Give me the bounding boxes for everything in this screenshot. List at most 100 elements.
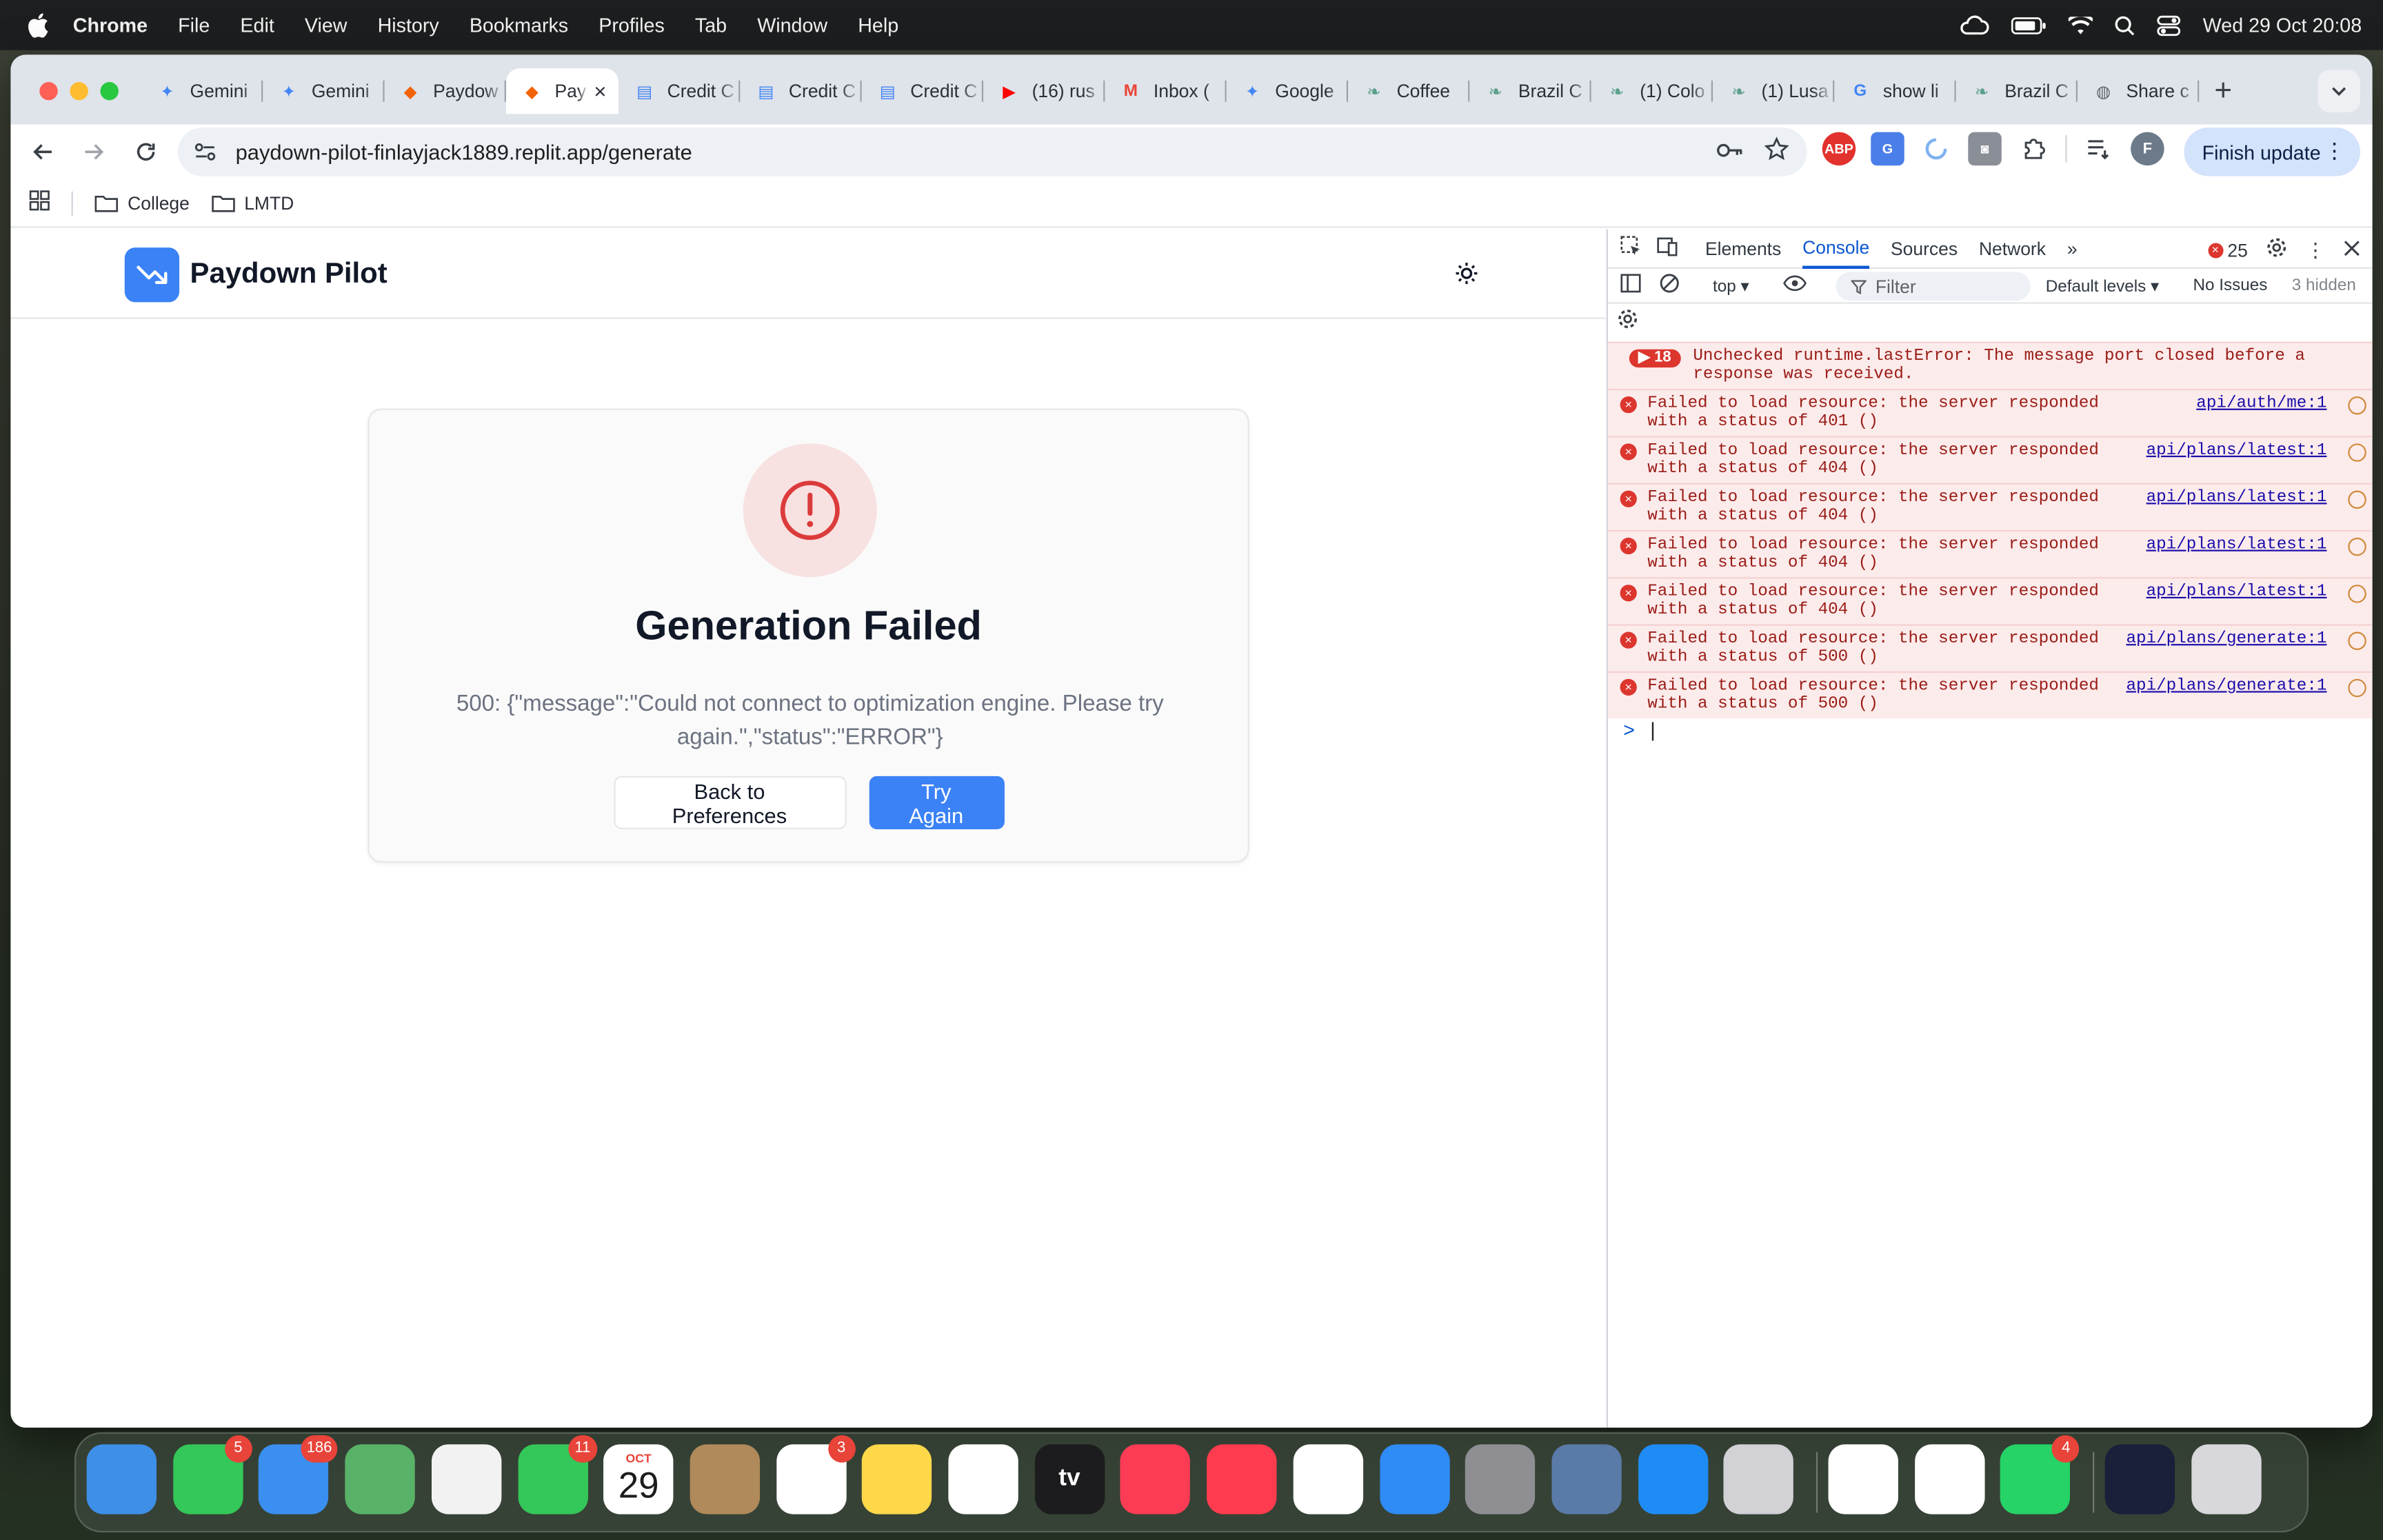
console-source-link[interactable]: api/auth/me:1 — [2196, 395, 2326, 413]
browser-tab[interactable]: ❧ Brazil C — [1469, 68, 1591, 114]
app-brand-name[interactable]: Paydown Pilot — [190, 259, 388, 292]
music-icon[interactable] — [1120, 1444, 1191, 1514]
apple-menu-icon[interactable] — [24, 12, 52, 39]
live-expression-eye-icon[interactable] — [1782, 275, 1807, 296]
console-error-row[interactable]: × Failed to load resource: the server res… — [1607, 671, 2373, 719]
spotlight-search-icon[interactable] — [2115, 14, 2136, 36]
wifi-icon[interactable] — [2069, 16, 2094, 34]
browser-tab[interactable]: Gshow li — [1834, 68, 1956, 114]
browser-tab[interactable]: ▤ Credit C — [619, 68, 741, 114]
browser-tab[interactable]: ▤ Credit C — [862, 68, 984, 114]
close-window-button[interactable] — [39, 81, 58, 101]
devtools-tab-network[interactable]: Network — [1979, 229, 2046, 268]
safari-icon[interactable] — [1379, 1444, 1449, 1514]
calendar-icon[interactable]: OCT 29 — [603, 1444, 674, 1514]
context-selector[interactable]: top ▾ — [1713, 276, 1749, 295]
devtools-settings-icon[interactable] — [2266, 237, 2287, 263]
messages-icon[interactable]: 5 — [172, 1435, 252, 1514]
site-info-icon[interactable] — [190, 143, 221, 161]
browser-tab[interactable]: M Inbox ( — [1105, 68, 1227, 114]
menubar-clock[interactable]: Wed 29 Oct 20:08 — [2203, 14, 2362, 37]
try-again-button[interactable]: Try Again — [868, 776, 1004, 829]
translate-extension-icon[interactable]: G — [1871, 132, 1904, 166]
cloud-sync-icon[interactable] — [1960, 14, 1990, 36]
reading-list-icon[interactable] — [2082, 132, 2115, 165]
menu-file[interactable]: File — [178, 14, 210, 37]
error-count-badge[interactable]: × 25 — [2207, 239, 2248, 261]
browser-tab[interactable]: ✦ Gemini — [263, 68, 385, 114]
bookmark-folder-college[interactable]: College — [94, 192, 190, 214]
theme-toggle-button[interactable] — [1454, 261, 1478, 293]
browser-tab[interactable]: ❧ (1) Lusa — [1713, 68, 1835, 114]
assistant-extension-icon[interactable]: ◙ — [1968, 132, 2002, 166]
console-error-row[interactable]: × Failed to load resource: the server res… — [1607, 624, 2373, 671]
console-error-row[interactable]: × Failed to load resource: the server res… — [1607, 483, 2373, 530]
zoom-window-button[interactable] — [100, 81, 119, 101]
finder-icon[interactable] — [86, 1444, 157, 1514]
network-request-icon[interactable] — [2348, 443, 2366, 462]
browser-tab[interactable]: ❧ (1) Colo — [1591, 68, 1713, 114]
password-key-icon[interactable] — [1716, 139, 1743, 167]
more-tabs-icon[interactable]: » — [2067, 229, 2078, 268]
close-tab-icon[interactable]: × — [594, 79, 606, 103]
control-center-icon[interactable] — [2158, 14, 2182, 36]
menu-history[interactable]: History — [378, 14, 439, 37]
photos-icon[interactable] — [431, 1444, 501, 1514]
inspect-element-icon[interactable] — [1620, 235, 1642, 261]
console-error-row[interactable]: × Failed to load resource: the server res… — [1607, 389, 2373, 436]
browser-tab[interactable]: ✦ Gemini — [141, 68, 263, 114]
network-request-icon[interactable] — [2348, 631, 2366, 650]
minimize-window-button[interactable] — [70, 81, 88, 101]
browser-tab[interactable]: ❧ Coffee — [1348, 68, 1470, 114]
console-error-row[interactable]: ▶ 18 Unchecked runtime.lastError: The mes… — [1607, 341, 2373, 389]
console-settings-icon[interactable] — [1617, 308, 1638, 334]
news-icon[interactable] — [1207, 1444, 1277, 1514]
browser-tab[interactable]: ▤ Credit C — [740, 68, 862, 114]
back-to-preferences-button[interactable]: Back to Preferences — [613, 776, 846, 829]
console-filter-input[interactable]: Filter — [1836, 272, 2031, 301]
trash-icon[interactable] — [2191, 1444, 2262, 1514]
network-request-icon[interactable] — [2348, 396, 2366, 415]
new-tab-button[interactable]: + — [2214, 68, 2232, 114]
browser-tab[interactable]: ✦ Google — [1227, 68, 1349, 114]
apple-tv-icon[interactable]: tv — [1034, 1444, 1105, 1514]
menu-profiles[interactable]: Profiles — [599, 14, 665, 37]
back-button[interactable] — [20, 129, 66, 174]
devtools-tab-elements[interactable]: Elements — [1705, 229, 1781, 268]
console-source-link[interactable]: api/plans/latest:1 — [2146, 536, 2327, 554]
contacts-icon[interactable] — [690, 1444, 760, 1514]
bookmark-folder-lmtd[interactable]: LMTD — [211, 192, 294, 214]
devtools-tab-console[interactable]: Console — [1802, 229, 1870, 268]
console-error-row[interactable]: × Failed to load resource: the server res… — [1607, 577, 2373, 625]
freeform-icon[interactable] — [948, 1444, 1018, 1514]
address-bar[interactable]: paydown-pilot-finlayjack1889.replit.app/… — [177, 128, 1807, 176]
device-toolbar-icon[interactable] — [1656, 235, 1678, 261]
menu-bookmarks[interactable]: Bookmarks — [470, 14, 568, 37]
menu-tab[interactable]: Tab — [695, 14, 727, 37]
browser-tab[interactable]: ▶ (16) rus — [983, 68, 1105, 114]
issues-button[interactable]: No Issues — [2193, 276, 2268, 294]
whatsapp-icon[interactable]: 4 — [2000, 1435, 2080, 1514]
browser-tab[interactable]: ◆ Pay × — [505, 68, 619, 114]
iphone-mirroring-icon[interactable] — [1724, 1444, 1794, 1514]
repeat-count-badge[interactable]: ▶ 18 — [1629, 349, 1680, 368]
notes-icon[interactable] — [862, 1444, 932, 1514]
sidebar-toggle-icon[interactable] — [1620, 274, 1642, 298]
finish-update-button[interactable]: Finish update ⋮ — [2184, 128, 2360, 176]
adblock-plus-icon[interactable]: ABP — [1822, 132, 1856, 166]
menu-app-name[interactable]: Chrome — [73, 14, 148, 37]
battery-icon[interactable] — [2011, 16, 2048, 34]
loading-extension-icon[interactable] — [1920, 132, 1953, 165]
puzzle-extensions-icon[interactable] — [2017, 132, 2050, 165]
reload-button[interactable] — [123, 129, 169, 174]
forward-button[interactable] — [72, 129, 117, 174]
browser-tab[interactable]: ❧ Brazil C — [1956, 68, 2078, 114]
devtools-close-icon[interactable] — [2344, 239, 2360, 261]
network-request-icon[interactable] — [2348, 490, 2366, 509]
menu-view[interactable]: View — [305, 14, 348, 37]
system-settings-icon[interactable] — [1465, 1444, 1536, 1514]
apps-grid-icon[interactable] — [29, 190, 50, 215]
app-store-icon[interactable] — [1638, 1444, 1708, 1514]
network-request-icon[interactable] — [2348, 678, 2366, 698]
facetime-icon[interactable]: 11 — [517, 1435, 597, 1514]
